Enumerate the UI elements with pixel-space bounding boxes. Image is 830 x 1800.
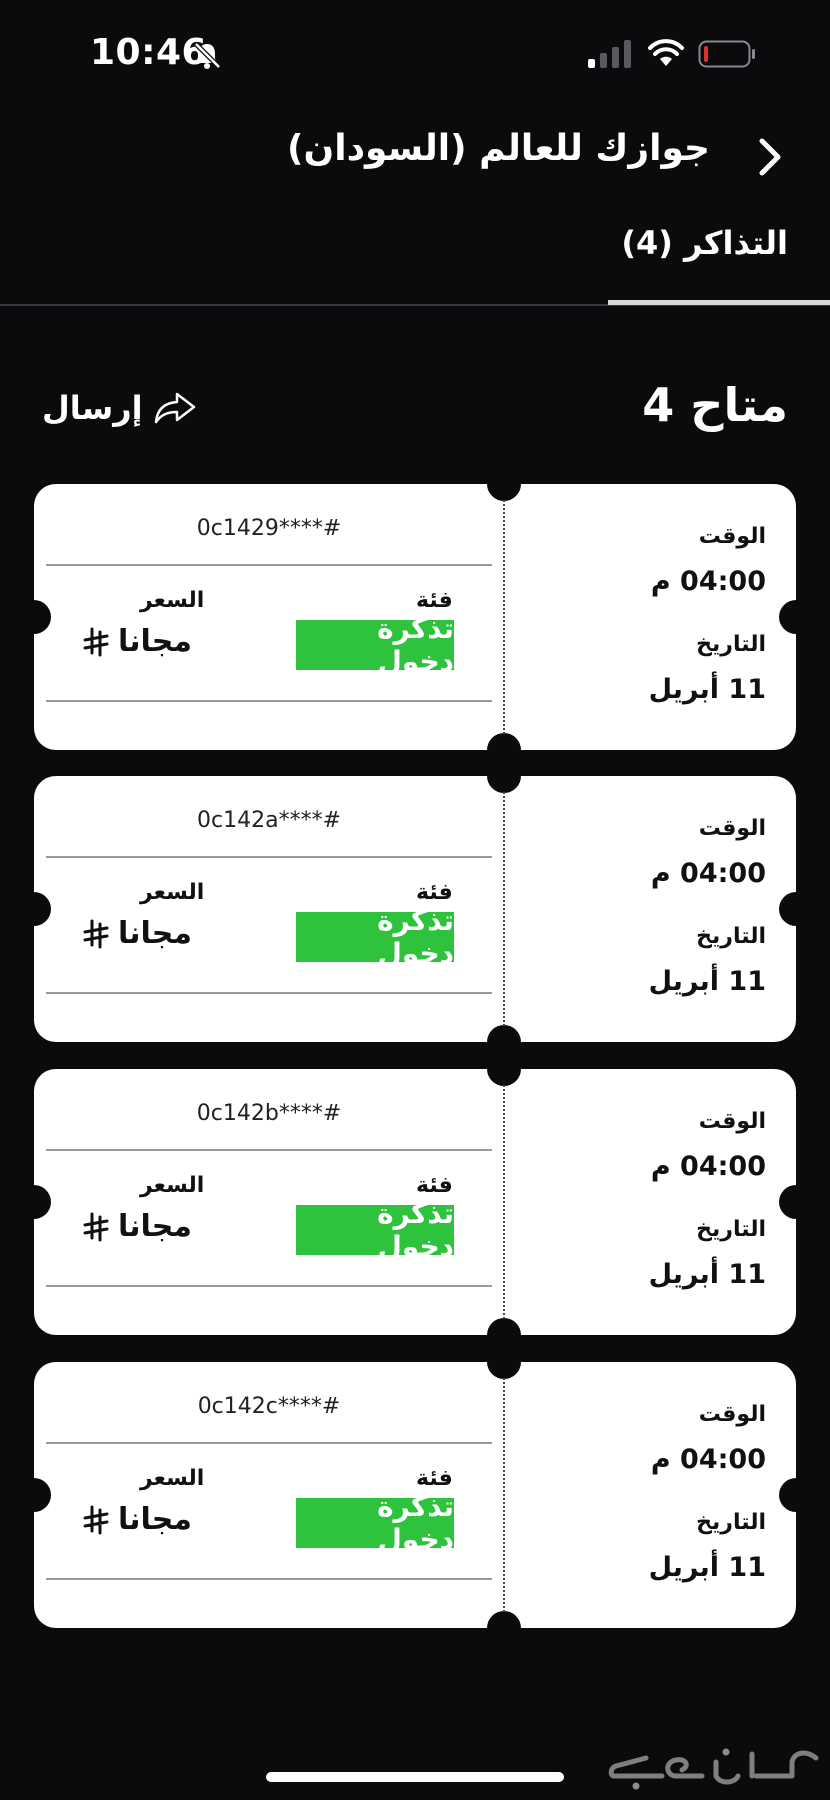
battery-icon bbox=[698, 40, 755, 68]
ticket-notch bbox=[17, 1185, 51, 1219]
divider bbox=[46, 992, 492, 994]
time-value: 04:00 م bbox=[650, 566, 766, 597]
wifi-icon bbox=[648, 39, 684, 66]
chevron-right-icon[interactable] bbox=[752, 137, 786, 177]
category-badge: تذكرة دخول bbox=[296, 904, 454, 970]
ticket-code: #****0c1429 bbox=[196, 516, 342, 541]
share-icon bbox=[154, 392, 195, 424]
price-label: السعر bbox=[140, 588, 205, 613]
price-label: السعر bbox=[140, 1173, 205, 1198]
ticket-card[interactable]: الوقت 04:00 م التاريخ 11 أبريل #****0c14… bbox=[17, 759, 813, 1059]
divider bbox=[46, 1578, 492, 1580]
category-badge: تذكرة دخول bbox=[296, 612, 454, 678]
price-value: مجانا bbox=[82, 624, 192, 659]
category-label: فئة bbox=[416, 880, 453, 905]
send-label: إرسال bbox=[42, 389, 143, 427]
price-value: مجانا bbox=[82, 1209, 192, 1244]
date-label: التاريخ bbox=[696, 924, 766, 949]
date-value: 11 أبريل bbox=[648, 1259, 766, 1290]
time-label: الوقت bbox=[698, 1402, 766, 1427]
ticket-notch bbox=[487, 1611, 521, 1645]
date-value: 11 أبريل bbox=[648, 674, 766, 705]
time-label: الوقت bbox=[698, 524, 766, 549]
price-text: مجانا bbox=[118, 1502, 192, 1537]
send-button[interactable]: إرسال bbox=[42, 386, 197, 430]
ticket-notch bbox=[779, 892, 813, 926]
ticket-code: #****0c142c bbox=[197, 1394, 341, 1419]
ticket-notch bbox=[779, 1478, 813, 1512]
time-value: 04:00 م bbox=[650, 1444, 766, 1475]
date-label: التاريخ bbox=[696, 1510, 766, 1535]
category-badge: تذكرة دخول bbox=[296, 1197, 454, 1263]
divider bbox=[46, 1149, 492, 1151]
price-label: السعر bbox=[140, 880, 205, 905]
date-value: 11 أبريل bbox=[648, 1552, 766, 1583]
category-label: فئة bbox=[416, 588, 453, 613]
ticket-notch bbox=[487, 1052, 521, 1086]
category-label: فئة bbox=[416, 1466, 453, 1491]
tab-tickets[interactable]: التذاكر (4) bbox=[621, 224, 788, 262]
category-label: فئة bbox=[416, 1173, 453, 1198]
riyal-icon bbox=[83, 1505, 109, 1534]
price-text: مجانا bbox=[118, 624, 192, 659]
date-label: التاريخ bbox=[696, 1217, 766, 1242]
divider bbox=[46, 700, 492, 702]
ticket-code: #****0c142b bbox=[196, 1101, 342, 1126]
ticket-notch bbox=[17, 1478, 51, 1512]
ticket-code: #****0c142a bbox=[196, 808, 341, 833]
signal-icon bbox=[588, 40, 631, 68]
riyal-icon bbox=[83, 919, 109, 948]
divider bbox=[46, 856, 492, 858]
ticket-notch bbox=[17, 892, 51, 926]
ticket-card[interactable]: الوقت 04:00 م التاريخ 11 أبريل #****0c14… bbox=[17, 467, 813, 767]
ticket-perforation bbox=[503, 792, 505, 1026]
ticket-card[interactable]: الوقت 04:00 م التاريخ 11 أبريل #****0c14… bbox=[17, 1345, 813, 1645]
ticket-card[interactable]: الوقت 04:00 م التاريخ 11 أبريل #****0c14… bbox=[17, 1052, 813, 1352]
time-label: الوقت bbox=[698, 1109, 766, 1134]
ticket-perforation bbox=[503, 500, 505, 734]
price-text: مجانا bbox=[118, 1209, 192, 1244]
price-value: مجانا bbox=[82, 916, 192, 951]
time-label: الوقت bbox=[698, 816, 766, 841]
date-value: 11 أبريل bbox=[648, 966, 766, 997]
ticket-perforation bbox=[503, 1378, 505, 1612]
home-indicator[interactable] bbox=[266, 1772, 564, 1782]
haraj-watermark-logo bbox=[608, 1748, 819, 1790]
category-badge: تذكرة دخول bbox=[296, 1490, 454, 1556]
divider bbox=[46, 1285, 492, 1287]
date-label: التاريخ bbox=[696, 632, 766, 657]
riyal-icon bbox=[83, 627, 109, 656]
ticket-notch bbox=[487, 759, 521, 793]
available-count: متاح 4 bbox=[642, 378, 788, 432]
tab-active-indicator bbox=[608, 300, 830, 305]
price-label: السعر bbox=[140, 1466, 205, 1491]
ticket-notch bbox=[487, 467, 521, 501]
status-time: 10:46 bbox=[90, 32, 208, 73]
price-text: مجانا bbox=[118, 916, 192, 951]
ticket-notch bbox=[487, 1345, 521, 1379]
riyal-icon bbox=[83, 1212, 109, 1241]
page-title: جوازك للعالم (السودان) bbox=[287, 128, 710, 169]
divider bbox=[46, 564, 492, 566]
ticket-notch bbox=[779, 1185, 813, 1219]
ticket-notch bbox=[779, 600, 813, 634]
time-value: 04:00 م bbox=[650, 858, 766, 889]
divider bbox=[46, 1442, 492, 1444]
ticket-perforation bbox=[503, 1085, 505, 1319]
bell-slash-icon bbox=[194, 42, 221, 69]
price-value: مجانا bbox=[82, 1502, 192, 1537]
time-value: 04:00 م bbox=[650, 1151, 766, 1182]
ticket-notch bbox=[17, 600, 51, 634]
